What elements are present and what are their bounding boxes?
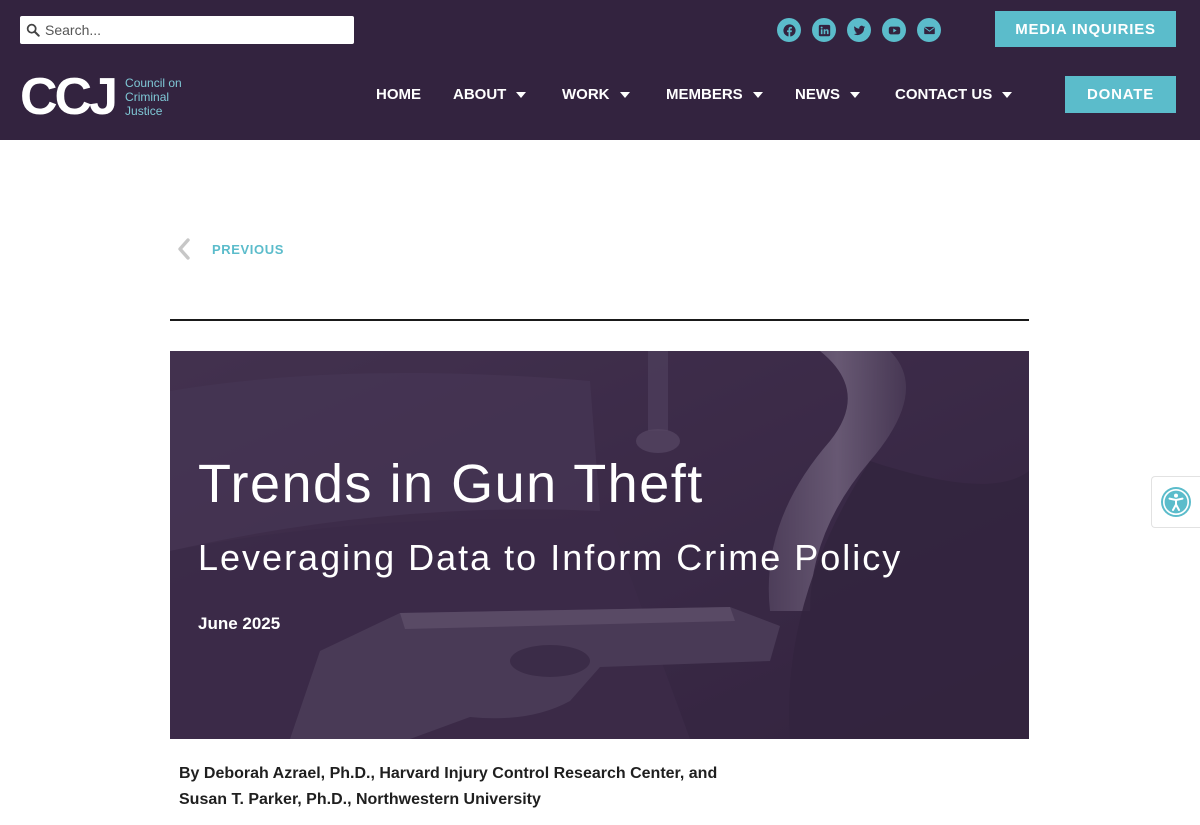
byline-line: By Deborah Azrael, Ph.D., Harvard Injury… <box>179 765 718 782</box>
hero-title: Trends in Gun Theft <box>198 454 704 514</box>
email-link[interactable] <box>917 18 941 42</box>
nav-item-news[interactable]: NEWS <box>795 86 895 103</box>
linkedin-icon <box>818 24 830 36</box>
caret-down-icon <box>1002 91 1013 98</box>
nav-item-label: HOME <box>376 86 421 103</box>
nav-item-label: MEMBERS <box>666 86 743 103</box>
caret-down-icon <box>516 91 527 98</box>
media-inquiries-button[interactable]: MEDIA INQUIRIES <box>995 11 1176 47</box>
byline: By Deborah Azrael, Ph.D., Harvard Injury… <box>179 761 717 813</box>
envelope-icon <box>923 26 935 34</box>
caret-down-icon <box>752 91 763 98</box>
chevron-left-icon <box>178 238 190 260</box>
nav-item-label: ABOUT <box>453 86 507 103</box>
nav-item-about[interactable]: ABOUT <box>453 86 562 103</box>
nav-item-label: CONTACT US <box>895 86 993 103</box>
youtube-icon <box>888 26 900 34</box>
search-icon <box>26 23 40 37</box>
accessibility-button[interactable] <box>1151 476 1200 528</box>
logo-text: Council on Criminal Justice <box>125 76 182 118</box>
previous-label: PREVIOUS <box>212 241 284 257</box>
ccj-logo[interactable]: CCJ Council on Criminal Justice <box>20 71 182 123</box>
main-nav: HOME ABOUT WORK MEMBERS NEWS CONTACT US <box>376 86 1013 103</box>
accessibility-icon <box>1161 487 1191 517</box>
facebook-link[interactable] <box>777 18 801 42</box>
twitter-link[interactable] <box>847 18 871 42</box>
caret-down-icon <box>619 91 630 98</box>
previous-post-link[interactable]: PREVIOUS <box>176 238 284 260</box>
section-divider <box>170 319 1029 321</box>
facebook-icon <box>782 23 796 37</box>
youtube-link[interactable] <box>882 18 906 42</box>
byline-line: Susan T. Parker, Ph.D., Northwestern Uni… <box>179 791 541 808</box>
nav-item-home[interactable]: HOME <box>376 86 453 103</box>
nav-item-members[interactable]: MEMBERS <box>666 86 795 103</box>
donate-button[interactable]: DONATE <box>1065 76 1176 113</box>
social-links <box>777 18 941 42</box>
publication-date: June 2025 <box>198 614 281 633</box>
nav-item-contact-us[interactable]: CONTACT US <box>895 86 1013 103</box>
linkedin-link[interactable] <box>812 18 836 42</box>
nav-item-label: WORK <box>562 86 610 103</box>
logo-text-line: Justice <box>125 104 163 118</box>
search-box[interactable] <box>20 16 354 44</box>
twitter-icon <box>853 25 865 35</box>
nav-item-label: NEWS <box>795 86 840 103</box>
nav-item-work[interactable]: WORK <box>562 86 666 103</box>
logo-text-line: Criminal <box>125 90 170 104</box>
search-input[interactable] <box>45 22 345 38</box>
logo-mark: CCJ <box>20 68 118 126</box>
logo-text-line: Council on <box>125 76 182 90</box>
caret-down-icon <box>850 91 860 98</box>
hero-subtitle: Leveraging Data to Inform Crime Policy <box>198 537 903 578</box>
hero-banner: Trends in Gun Theft Leveraging Data to I… <box>170 351 1029 739</box>
site-header: MEDIA INQUIRIES CCJ Council on Criminal … <box>0 0 1200 140</box>
